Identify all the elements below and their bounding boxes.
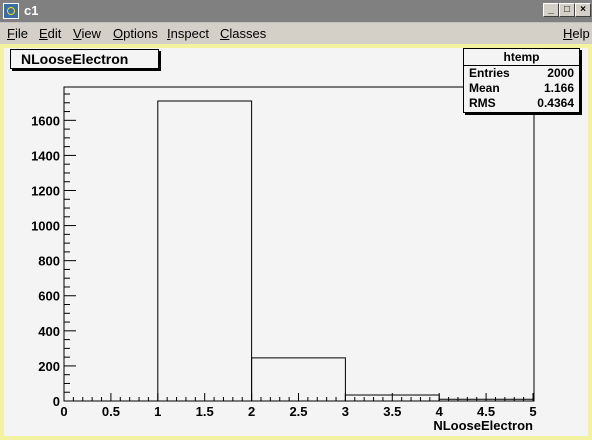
y-tick-label: 800 bbox=[38, 254, 60, 269]
stats-mean-value: 1.166 bbox=[543, 81, 574, 95]
y-tick-label: 400 bbox=[38, 324, 60, 339]
x-axis: 0 0.5 1 1.5 2 2.5 3 3.5 4 4.5 5 bbox=[60, 393, 537, 419]
pad-title[interactable]: NLooseElectron bbox=[10, 49, 159, 69]
y-tick-label: 1000 bbox=[31, 219, 60, 234]
x-tick-label: 0 bbox=[60, 404, 67, 419]
stats-rms-label: RMS bbox=[469, 96, 496, 110]
x-tick-label: 3.5 bbox=[383, 404, 401, 419]
x-tick-label: 2 bbox=[248, 404, 255, 419]
x-tick-label: 2.5 bbox=[289, 404, 307, 419]
y-tick-label: 200 bbox=[38, 359, 60, 374]
stats-entries-value: 2000 bbox=[547, 66, 574, 80]
stats-title: htemp bbox=[464, 49, 579, 66]
stats-box[interactable]: htemp Entries 2000 Mean 1.166 RMS 0.4364 bbox=[463, 48, 580, 113]
stats-mean-label: Mean bbox=[469, 81, 500, 95]
y-axis: 0 200 400 600 800 1000 1200 1400 1600 bbox=[31, 87, 76, 409]
x-axis-title: NLooseElectron bbox=[433, 418, 533, 433]
y-tick-label: 600 bbox=[38, 289, 60, 304]
stats-entries-label: Entries bbox=[469, 66, 510, 80]
x-tick-label: 4 bbox=[436, 404, 444, 419]
x-tick-label: 4.5 bbox=[477, 404, 495, 419]
stats-row-entries: Entries 2000 bbox=[464, 66, 579, 81]
histogram-bin-1 bbox=[157, 100, 253, 401]
y-tick-label: 1200 bbox=[31, 183, 60, 198]
plot-frame bbox=[63, 86, 535, 402]
y-tick-label: 0 bbox=[53, 394, 60, 409]
y-tick-label: 1400 bbox=[31, 148, 60, 163]
stats-row-rms: RMS 0.4364 bbox=[464, 96, 579, 111]
y-tick-label: 1600 bbox=[31, 113, 60, 128]
stats-row-mean: Mean 1.166 bbox=[464, 81, 579, 96]
x-tick-label: 3 bbox=[342, 404, 349, 419]
x-tick-label: 1.5 bbox=[196, 404, 214, 419]
x-tick-label: 0.5 bbox=[102, 404, 120, 419]
x-tick-label: 5 bbox=[529, 404, 536, 419]
x-tick-label: 1 bbox=[154, 404, 161, 419]
histogram-bars bbox=[157, 100, 534, 401]
stats-rms-value: 0.4364 bbox=[537, 96, 574, 110]
